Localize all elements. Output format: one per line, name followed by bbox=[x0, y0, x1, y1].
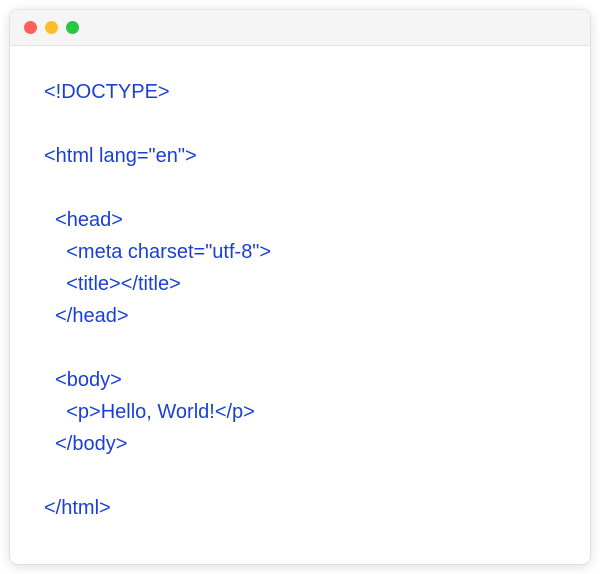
code-line: </head> bbox=[44, 305, 129, 327]
code-line: </html> bbox=[44, 497, 111, 519]
code-window: <!DOCTYPE> <html lang="en"> <head> <meta… bbox=[10, 10, 590, 564]
code-line: <body> bbox=[44, 369, 122, 391]
minimize-icon[interactable] bbox=[45, 21, 58, 34]
window-titlebar bbox=[10, 10, 590, 46]
code-line: <html lang="en"> bbox=[44, 145, 197, 167]
code-content: <!DOCTYPE> <html lang="en"> <head> <meta… bbox=[10, 46, 590, 564]
code-line: <!DOCTYPE> bbox=[44, 81, 170, 103]
maximize-icon[interactable] bbox=[66, 21, 79, 34]
close-icon[interactable] bbox=[24, 21, 37, 34]
code-line: <title></title> bbox=[44, 273, 181, 295]
code-line: <meta charset="utf-8"> bbox=[44, 241, 271, 263]
code-line: </body> bbox=[44, 433, 127, 455]
code-line: <p>Hello, World!</p> bbox=[44, 401, 255, 423]
code-line: <head> bbox=[44, 209, 123, 231]
